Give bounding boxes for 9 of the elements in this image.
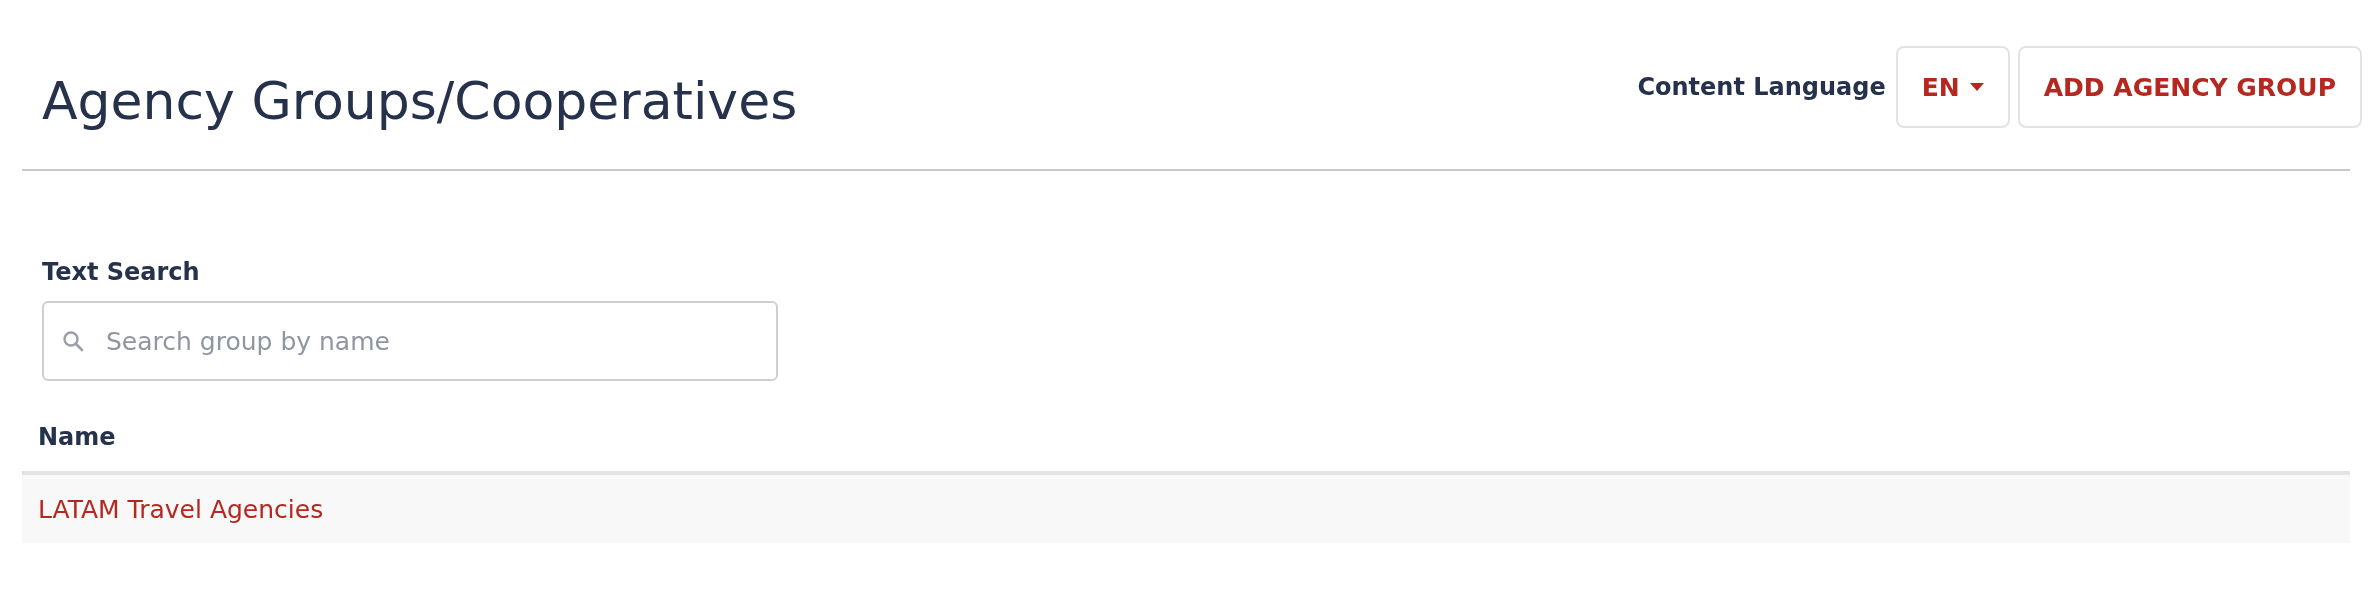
search-label: Text Search xyxy=(42,257,201,287)
content-language-label: Content Language xyxy=(1637,73,1886,101)
agency-group-link[interactable]: LATAM Travel Agencies xyxy=(38,494,324,524)
page-title: Agency Groups/Cooperatives xyxy=(42,70,798,133)
add-agency-group-button[interactable]: ADD AGENCY GROUP xyxy=(2017,46,2362,128)
search-field[interactable]: Search group by name xyxy=(42,301,778,381)
language-dropdown[interactable]: EN xyxy=(1895,46,2010,128)
caret-icon xyxy=(1969,83,1984,91)
column-header: Name xyxy=(38,423,116,451)
